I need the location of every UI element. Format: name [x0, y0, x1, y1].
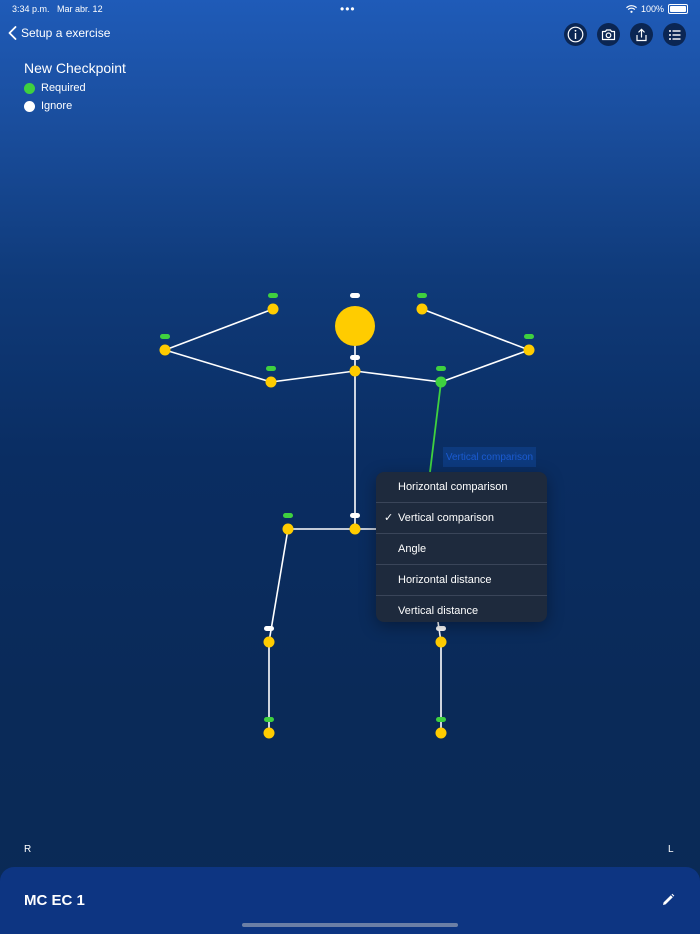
- pencil-icon[interactable]: [661, 893, 675, 907]
- menu-item-label: Vertical distance: [398, 605, 479, 617]
- bone-neck-left-shoulder[interactable]: [354, 370, 442, 383]
- joint-left-elbow[interactable]: [523, 344, 535, 356]
- marker-required[interactable]: [436, 366, 446, 371]
- marker-required[interactable]: [160, 334, 170, 339]
- side-label-left: L: [668, 844, 674, 855]
- bone-right-shoulder-neck[interactable]: [270, 370, 356, 383]
- exercise-name: MC EC 1: [24, 892, 85, 909]
- menu-item-label: Angle: [398, 543, 427, 555]
- marker-required[interactable]: [524, 334, 534, 339]
- marker-required[interactable]: [268, 293, 278, 298]
- menu-item-horizontal-comparison[interactable]: Horizontal comparison: [376, 472, 547, 503]
- menu-item-label: Horizontal distance: [398, 574, 492, 586]
- joint-left-foot[interactable]: [435, 727, 447, 739]
- marker-required[interactable]: [266, 366, 276, 371]
- joint-left-knee[interactable]: [435, 636, 447, 648]
- joint-neck[interactable]: [349, 365, 361, 377]
- home-indicator[interactable]: [242, 923, 458, 927]
- joint-right-hip[interactable]: [282, 523, 294, 535]
- menu-item-horizontal-distance[interactable]: Horizontal distance: [376, 565, 547, 596]
- marker-required[interactable]: [436, 717, 446, 722]
- bone-right-elbow-shoulder[interactable]: [164, 349, 272, 383]
- marker-ignore[interactable]: [350, 513, 360, 518]
- menu-item-vertical-comparison[interactable]: ✓ Vertical comparison: [376, 503, 547, 534]
- joint-pelvis[interactable]: [349, 523, 361, 535]
- bone-right-thigh[interactable]: [268, 528, 289, 643]
- menu-item-label: Vertical comparison: [398, 512, 494, 524]
- joint-right-knee[interactable]: [263, 636, 275, 648]
- menu-item-angle[interactable]: Angle: [376, 534, 547, 565]
- skeleton-canvas[interactable]: [0, 0, 700, 934]
- checkmark-icon: ✓: [384, 512, 394, 524]
- marker-required[interactable]: [264, 717, 274, 722]
- marker-required[interactable]: [417, 293, 427, 298]
- joint-right-elbow[interactable]: [159, 344, 171, 356]
- menu-item-label: Horizontal comparison: [398, 481, 508, 493]
- joint-right-hand[interactable]: [267, 303, 279, 315]
- menu-item-vertical-distance[interactable]: Vertical distance: [376, 596, 547, 622]
- side-label-right: R: [24, 844, 32, 855]
- bone-selected-left-arm-to-hip[interactable]: [429, 381, 442, 473]
- comparison-menu: Horizontal comparison ✓ Vertical compari…: [376, 472, 547, 622]
- marker-required[interactable]: [283, 513, 293, 518]
- marker-ignore[interactable]: [350, 293, 360, 298]
- joint-left-shoulder-selected[interactable]: [435, 376, 447, 388]
- joint-right-foot[interactable]: [263, 727, 275, 739]
- marker-ignore[interactable]: [264, 626, 274, 631]
- joint-right-shoulder[interactable]: [265, 376, 277, 388]
- marker-ignore[interactable]: [350, 355, 360, 360]
- bone-right-hand-elbow[interactable]: [164, 308, 274, 351]
- selected-comparison-tag[interactable]: Vertical comparison: [443, 447, 536, 467]
- marker-ignore[interactable]: [436, 626, 446, 631]
- bone-left-shoulder-elbow[interactable]: [440, 349, 530, 383]
- joint-head[interactable]: [335, 306, 375, 346]
- joint-left-hand[interactable]: [416, 303, 428, 315]
- bone-left-elbow-hand[interactable]: [421, 308, 530, 351]
